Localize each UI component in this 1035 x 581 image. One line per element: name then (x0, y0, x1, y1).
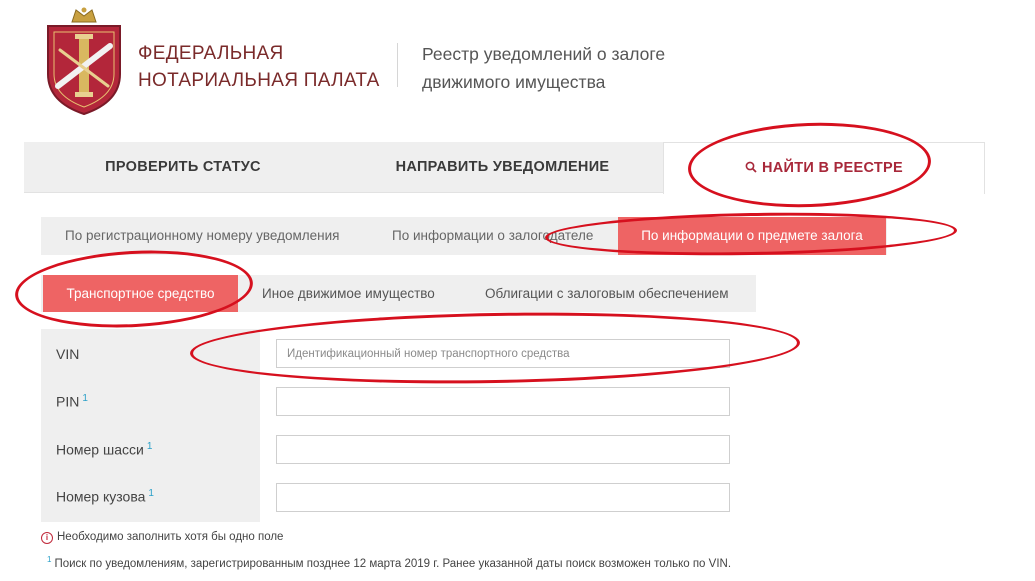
footnote-mark: 1 (148, 488, 154, 499)
org-name-line2: НОТАРИАЛЬНАЯ ПАЛАТА (138, 70, 380, 91)
required-note-text: Необходимо заполнить хотя бы одно поле (57, 531, 284, 543)
tab-search-registry-label: НАЙТИ В РЕЕСТРЕ (762, 160, 903, 176)
pin-label: PIN 1 (56, 393, 88, 410)
vin-label: VIN (56, 346, 79, 362)
tab-check-status[interactable]: ПРОВЕРИТЬ СТАТУС (24, 142, 342, 193)
chassis-label-text: Номер шасси (56, 441, 144, 458)
org-name: ФЕДЕРАЛЬНАЯ НОТАРИАЛЬНАЯ ПАЛАТА (138, 40, 380, 94)
vin-input[interactable] (276, 339, 730, 368)
footnote-mark: 1 (146, 441, 153, 452)
tab-by-notice-number[interactable]: По регистрационному номеру уведомления (65, 217, 339, 255)
tab-search-registry[interactable]: НАЙТИ В РЕЕСТРЕ (663, 142, 985, 194)
tab-send-notice[interactable]: НАПРАВИТЬ УВЕДОМЛЕНИЕ (342, 142, 663, 193)
footnote: 1 Поиск по уведомлениям, зарегистрированн… (47, 555, 731, 570)
registry-title-line1: Реестр уведомлений о залоге (422, 44, 666, 64)
body-label: Номер кузова 1 (56, 488, 154, 505)
tab-other-movable[interactable]: Иное движимое имущество (262, 275, 435, 312)
body-number-input[interactable] (276, 483, 730, 512)
pin-label-text: PIN (56, 393, 80, 410)
tab-check-status-label: ПРОВЕРИТЬ СТАТУС (105, 159, 261, 175)
form-labels-panel: VIN PIN 1 Номер шасси 1 Номер кузова 1 (41, 329, 260, 522)
main-tabs: ПРОВЕРИТЬ СТАТУС НАПРАВИТЬ УВЕДОМЛЕНИЕ Н… (24, 142, 985, 194)
property-type-tabs: Транспортное средство Иное движимое имущ… (41, 275, 756, 312)
search-criteria-tabs: По регистрационному номеру уведомления П… (41, 217, 887, 255)
tab-vehicle[interactable]: Транспортное средство (43, 275, 238, 312)
body-label-text: Номер кузова (56, 488, 146, 505)
notary-chamber-logo (47, 7, 121, 116)
registry-title-line2: движимого имущества (422, 72, 606, 92)
footnote-mark: 1 (82, 393, 88, 404)
registry-title: Реестр уведомлений о залоге движимого им… (422, 40, 665, 96)
tab-bonds[interactable]: Облигации с залоговым обеспечением (485, 275, 729, 312)
required-note: i Необходимо заполнить хотя бы одно поле (41, 531, 283, 544)
footnote-text: Поиск по уведомлениям, зарегистрированны… (54, 557, 732, 570)
chassis-number-input[interactable] (276, 435, 730, 464)
tab-by-pledgor[interactable]: По информации о залогодателе (392, 217, 593, 255)
search-icon (745, 161, 757, 173)
info-icon: i (41, 532, 53, 544)
header-divider (397, 43, 398, 87)
footnote-mark: 1 (47, 555, 52, 564)
org-name-line1: ФЕДЕРАЛЬНАЯ (138, 43, 284, 64)
pin-input[interactable] (276, 387, 730, 416)
tab-send-notice-label: НАПРАВИТЬ УВЕДОМЛЕНИЕ (395, 159, 610, 175)
vin-label-text: VIN (56, 346, 80, 362)
chassis-label: Номер шасси 1 (56, 441, 152, 458)
tab-by-pledge-subject[interactable]: По информации о предмете залога (618, 217, 886, 255)
